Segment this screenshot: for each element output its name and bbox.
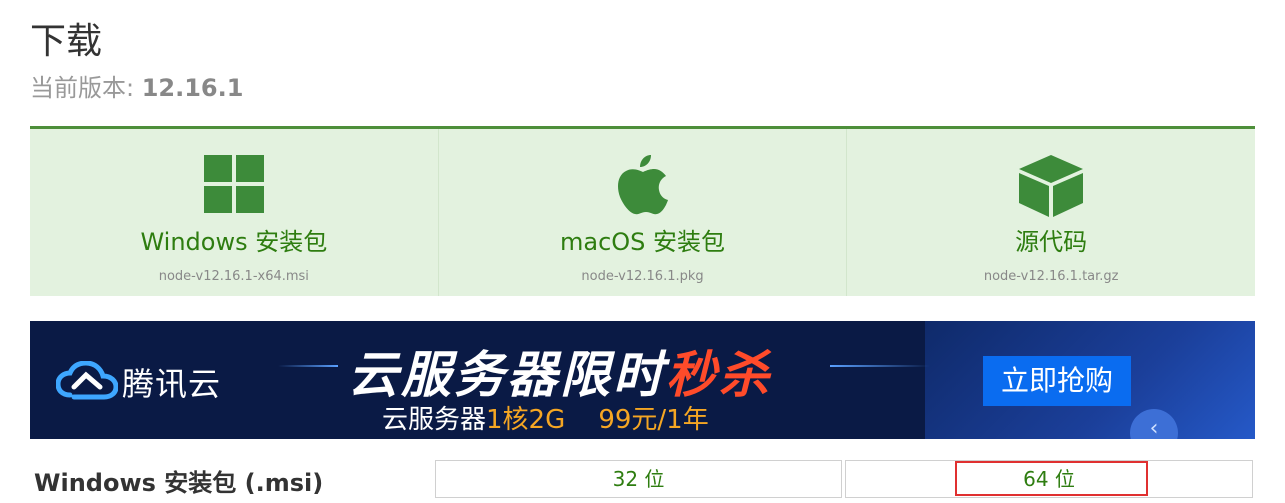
banner-headline: 云服务器限时秒杀 — [348, 335, 772, 407]
download-macos-name: macOS 安装包 — [559, 228, 726, 256]
current-version: 当前版本: 12.16.1 — [30, 68, 243, 103]
download-macos-file: node-v12.16.1.pkg — [581, 269, 704, 284]
ad-banner[interactable]: 腾讯云 云服务器限时秒杀 云服务器1核2G 99元/1年 立即抢购 ‹ — [30, 321, 1255, 439]
windows-row-label: Windows 安装包 (.msi) — [34, 469, 324, 497]
download-windows[interactable]: Windows 安装包 node-v12.16.1-x64.msi — [30, 129, 438, 296]
apple-icon — [617, 155, 669, 219]
download-windows-file: node-v12.16.1-x64.msi — [158, 269, 309, 284]
banner-headline-main: 云服务器限时 — [348, 346, 666, 404]
banner-headline-hot: 秒杀 — [666, 346, 772, 404]
download-panel: Windows 安装包 node-v12.16.1-x64.msi macOS … — [30, 126, 1255, 296]
banner-sub-product: 云服务器 — [382, 405, 487, 435]
download-windows-name: Windows 安装包 — [140, 228, 328, 256]
banner-sub-spec: 1核2G — [486, 405, 566, 435]
windows-64bit-button[interactable]: 64 位 — [845, 460, 1253, 498]
version-label: 当前版本: — [30, 74, 142, 102]
download-source-file: node-v12.16.1.tar.gz — [983, 269, 1119, 284]
download-macos[interactable]: macOS 安装包 node-v12.16.1.pkg — [437, 129, 847, 296]
banner-brand: 腾讯云 — [122, 365, 222, 403]
banner-cta-button[interactable]: 立即抢购 — [983, 356, 1131, 406]
download-source[interactable]: 源代码 node-v12.16.1.tar.gz — [846, 129, 1255, 296]
page-title: 下载 — [30, 21, 103, 62]
banner-subline: 云服务器1核2G 99元/1年 — [382, 399, 709, 436]
windows-32bit-button[interactable]: 32 位 — [435, 460, 842, 498]
banner-line-right — [830, 365, 930, 367]
banner-line-left — [278, 365, 338, 367]
cube-icon — [1019, 155, 1084, 221]
version-number: 12.16.1 — [141, 74, 244, 102]
windows-icon — [203, 155, 264, 217]
banner-sub-price: 99元/1年 — [598, 405, 709, 435]
download-source-name: 源代码 — [1015, 228, 1088, 256]
tencent-cloud-logo-icon — [55, 360, 119, 405]
